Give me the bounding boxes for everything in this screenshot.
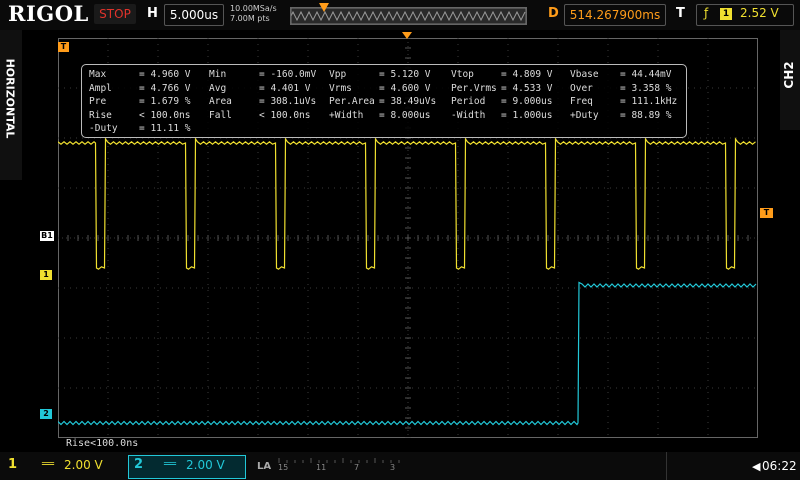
measurement-value: = 11.11 % — [139, 123, 191, 134]
measurement-name: Fall — [209, 109, 232, 121]
ch2-offset-marker[interactable]: 2 — [40, 409, 52, 419]
trigger-point-arrow-icon — [402, 32, 412, 39]
ch1-scale: 2.00 V — [64, 458, 103, 472]
measurement-value: = 5.120 V — [379, 69, 431, 80]
measurement-name: Freq — [570, 96, 593, 107]
la-channel-ticks — [278, 458, 400, 463]
measurement-value: = 1.000us — [501, 109, 553, 121]
brand-logo: RIGOL — [8, 1, 89, 26]
measurement-value: = 9.000us — [501, 96, 553, 107]
measurement-name: Vrms — [329, 82, 352, 94]
delay-label: D — [548, 6, 559, 21]
trigger-label: T — [676, 6, 685, 21]
measurement-name: +Duty — [570, 109, 599, 121]
la-channel-11: 11 — [316, 463, 327, 472]
measurement-panel: Max = 4.960 V Min = -160.0mV Vpp = 5.120 V Vto… — [81, 64, 687, 138]
measurement-value: = 44.44mV — [620, 69, 672, 80]
speaker-icon[interactable]: ◀ — [752, 460, 760, 473]
ch1-offset-marker[interactable]: 1 — [40, 270, 52, 280]
measurement-value: = 8.000us — [379, 109, 431, 121]
measurement-value: = 3.358 % — [620, 82, 672, 94]
measurement-value: = 4.533 V — [501, 82, 553, 94]
measurement-value: = 4.960 V — [139, 69, 191, 80]
memory-depth: 7.00M pts — [230, 14, 270, 23]
measurement-value: = 4.766 V — [139, 82, 191, 94]
measurement-name: Rise — [89, 109, 112, 121]
trigger-time-marker-icon: T — [58, 42, 69, 52]
measurement-name: Per.Area — [329, 96, 375, 107]
measurement-name: Vtop — [451, 69, 474, 80]
measurement-name: +Width — [329, 109, 364, 121]
measurement-name: Ampl — [89, 82, 112, 94]
measurement-value: = 88.89 % — [620, 109, 672, 121]
ch2-tab-label: CH2 — [782, 61, 796, 89]
measurement-name: Area — [209, 96, 232, 107]
sample-rate: 10.00MSa/s — [230, 4, 277, 13]
ch1-waveform — [58, 137, 756, 270]
measurement-name: Vpp — [329, 69, 347, 80]
la-channel-3: 3 — [390, 463, 396, 472]
timebase-value[interactable]: 5.000us — [164, 4, 224, 26]
acquisition-info: 10.00MSa/s 7.00M pts — [230, 4, 277, 24]
la-channel-15: 15 — [278, 463, 289, 472]
measurement-value: = -160.0mV — [259, 69, 317, 80]
ch2-scale: 2.00 V — [186, 458, 225, 472]
trigger-position-marker-icon — [319, 3, 329, 12]
trigger-level-value: 2.52 V — [740, 6, 779, 20]
status-rise-readout: Rise<100.0ns — [66, 438, 139, 449]
dc-coupling-icon: ══ — [42, 459, 55, 470]
measurement-value: < 100.0ns — [139, 109, 191, 121]
measurement-value: = 4.809 V — [501, 69, 553, 80]
divider — [666, 452, 667, 480]
measurement-value: = 111.1kHz — [620, 96, 678, 107]
horizontal-tab-label: HORIZONTAL — [3, 58, 17, 139]
measurement-name: Avg — [209, 82, 227, 94]
trigger-source-badge: 1 — [720, 8, 732, 20]
ch2-waveform — [58, 281, 757, 426]
bus-marker[interactable]: B1 — [40, 231, 54, 241]
rising-edge-icon: ƒ — [704, 6, 709, 20]
ch2-number: 2 — [134, 457, 144, 472]
measurement-value: = 4.600 V — [379, 82, 431, 94]
measurement-name: Pre — [89, 96, 107, 107]
measurement-name: Period — [451, 96, 486, 107]
measurement-name: Per.Vrms — [451, 82, 497, 94]
la-channel-7: 7 — [354, 463, 360, 472]
trigger-delay-value[interactable]: 514.267900ms — [564, 4, 666, 26]
measurement-value: = 4.401 V — [259, 82, 311, 94]
horizontal-label: H — [147, 6, 158, 21]
measurement-name: -Width — [451, 109, 486, 121]
measurement-value: = 38.49uVs — [379, 96, 437, 107]
measurement-value: < 100.0ns — [259, 109, 311, 121]
measurement-name: Vbase — [570, 69, 599, 80]
measurement-name: Max — [89, 69, 107, 80]
ch1-settings[interactable] — [4, 456, 122, 476]
measurement-name: Min — [209, 69, 227, 80]
measurement-name: -Duty — [89, 123, 118, 134]
system-clock: 06:22 — [762, 459, 797, 473]
logic-analyzer-label[interactable]: LA — [257, 461, 271, 472]
measurement-value: = 1.679 % — [139, 96, 191, 107]
measurement-name: Over — [570, 82, 593, 94]
measurement-value: = 308.1uVs — [259, 96, 317, 107]
trigger-level-marker-icon[interactable]: T — [760, 208, 773, 218]
ch1-number: 1 — [8, 457, 18, 472]
dc-coupling-icon: ══ — [164, 459, 177, 470]
run-stop-indicator[interactable]: STOP — [94, 4, 136, 24]
